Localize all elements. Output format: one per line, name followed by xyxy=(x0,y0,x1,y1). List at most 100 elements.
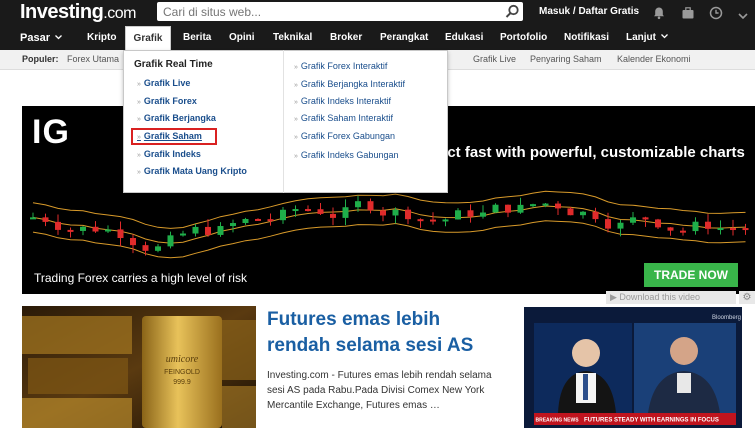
ad-candle xyxy=(280,209,286,221)
ad-candle xyxy=(155,246,161,251)
ad-candle xyxy=(292,209,299,212)
arrow-icon: » xyxy=(137,116,141,123)
nav-item-perangkat[interactable]: Perangkat xyxy=(380,27,428,49)
nav-item-teknikal[interactable]: Teknikal xyxy=(273,27,312,49)
arrow-icon: » xyxy=(294,116,298,123)
ad-candle xyxy=(217,226,224,235)
ad-candle xyxy=(705,221,711,229)
chevron-down-icon[interactable] xyxy=(737,8,751,22)
bell-icon[interactable] xyxy=(652,6,666,20)
ad-candle xyxy=(42,217,49,222)
ad-candle xyxy=(492,204,499,213)
ad-candle xyxy=(567,208,574,216)
arrow-icon: » xyxy=(294,153,298,160)
ad-candle xyxy=(205,226,211,235)
link-label: Grafik Berjangka xyxy=(143,113,216,123)
login-link[interactable]: Masuk / Daftar Gratis xyxy=(539,6,639,17)
ad-candle xyxy=(392,209,399,216)
clock-icon[interactable] xyxy=(709,6,723,20)
dropdown-link-saham-interaktif[interactable]: » Grafik Saham Interaktif xyxy=(294,113,393,123)
popular-link[interactable]: Penyaring Saham xyxy=(530,54,602,64)
logo-main: Investing xyxy=(20,1,104,23)
ad-candle xyxy=(717,228,724,231)
nav-item-lanjut[interactable]: Lanjut xyxy=(626,27,669,49)
dropdown-link-grafik-forex[interactable]: » Grafik Forex xyxy=(137,96,197,106)
ad-candle xyxy=(692,221,699,232)
article-image[interactable]: umicore FEINGOLD 999.9 xyxy=(22,306,256,428)
dropdown-link-forex-interaktif[interactable]: » Grafik Forex Interaktif xyxy=(294,61,387,71)
ad-candle xyxy=(505,204,511,213)
link-label: Grafik Forex xyxy=(143,96,197,106)
ad-candle xyxy=(480,212,486,217)
highlight-box xyxy=(131,128,217,145)
ad-candle xyxy=(267,219,274,222)
link-label: Grafik Berjangka Interaktif xyxy=(300,79,405,89)
nav-item-kripto[interactable]: Kripto xyxy=(87,27,116,49)
ad-candle xyxy=(317,209,324,214)
briefcase-icon[interactable] xyxy=(681,6,695,20)
nav-item-portofolio[interactable]: Portofolio xyxy=(500,27,547,49)
nav-item-broker[interactable]: Broker xyxy=(330,27,362,49)
article-summary: Investing.com - Futures emas lebih renda… xyxy=(267,370,492,411)
download-video-link[interactable]: ▶ Download this video xyxy=(606,291,736,304)
ad-candle xyxy=(142,245,149,251)
link-label: Grafik Indeks Gabungan xyxy=(300,150,399,160)
ad-candle xyxy=(467,210,474,217)
ad-headline: act fast with powerful, customizable cha… xyxy=(439,144,745,161)
nav-item-opini[interactable]: Opini xyxy=(229,27,255,49)
link-label: Grafik Indeks Interaktif xyxy=(300,96,391,106)
chevron-down-icon xyxy=(661,34,668,39)
search-input[interactable] xyxy=(163,2,493,21)
ad-candle xyxy=(680,230,686,233)
ad-candle xyxy=(617,222,624,229)
chevron-down-icon xyxy=(55,35,62,40)
dropdown-link-grafik-live[interactable]: » Grafik Live xyxy=(137,78,190,88)
ad-candle xyxy=(130,238,136,246)
dropdown-link-grafik-berjangka[interactable]: » Grafik Berjangka xyxy=(137,113,216,123)
search-icon[interactable] xyxy=(504,4,520,19)
nav-item-edukasi[interactable]: Edukasi xyxy=(445,27,483,49)
ad-candle xyxy=(380,210,386,216)
nav-item-notifikasi[interactable]: Notifikasi xyxy=(564,27,609,49)
dropdown-link-indeks-interaktif[interactable]: » Grafik Indeks Interaktif xyxy=(294,96,391,106)
video-thumbnail[interactable]: Bloomberg BREAKING NEWS FUTURES STEADY W… xyxy=(524,307,742,428)
ad-brand-logo: IG xyxy=(32,113,70,151)
ad-candle xyxy=(242,218,249,224)
logo-suffix: .com xyxy=(103,5,136,22)
site-logo[interactable]: Investing.com xyxy=(20,1,136,24)
dropdown-link-forex-gabungan[interactable]: » Grafik Forex Gabungan xyxy=(294,131,395,141)
nav-item-grafik[interactable]: Grafik xyxy=(125,26,171,51)
ad-candle xyxy=(330,213,336,218)
link-label: Grafik Indeks xyxy=(143,149,201,159)
ad-candle xyxy=(442,219,449,222)
nav-item-pasar[interactable]: Pasar xyxy=(20,27,63,49)
popular-link[interactable]: Grafik Live xyxy=(473,54,516,64)
video-network: Bloomberg xyxy=(712,315,741,321)
ad-candle xyxy=(305,209,311,212)
ad-candle xyxy=(192,226,199,234)
article-title[interactable]: Futures emas lebih rendah selama sesi AS xyxy=(267,307,507,359)
dropdown-link-berjangka-interaktif[interactable]: » Grafik Berjangka Interaktif xyxy=(294,79,405,89)
link-label: Grafik Live xyxy=(143,78,191,88)
link-label: Grafik Saham Interaktif xyxy=(300,113,393,123)
ad-candle xyxy=(230,223,236,227)
popular-link[interactable]: Forex Utama xyxy=(67,54,119,64)
dropdown-link-indeks-gabungan[interactable]: » Grafik Indeks Gabungan xyxy=(294,150,398,160)
ad-candle xyxy=(580,211,586,216)
ad-candle xyxy=(80,226,86,231)
ad-candle xyxy=(730,228,736,231)
image-label-text: FEINGOLD xyxy=(164,369,200,376)
popular-link[interactable]: Kalender Ekonomi xyxy=(617,54,691,64)
nav-label: Pasar xyxy=(20,32,50,44)
dropdown-link-grafik-indeks[interactable]: » Grafik Indeks xyxy=(137,149,201,159)
search-box xyxy=(157,2,523,21)
ad-candle xyxy=(642,217,649,220)
image-purity-text: 999.9 xyxy=(173,379,191,386)
trade-now-button[interactable]: TRADE NOW xyxy=(644,263,738,287)
ad-candle xyxy=(430,219,436,222)
gear-icon[interactable]: ⚙ xyxy=(739,291,755,304)
nav-item-berita[interactable]: Berita xyxy=(183,27,211,49)
ad-candle xyxy=(367,201,374,211)
dropdown-link-grafik-kripto[interactable]: » Grafik Mata Uang Kripto xyxy=(137,166,247,176)
download-video-label: Download this video xyxy=(619,292,700,302)
